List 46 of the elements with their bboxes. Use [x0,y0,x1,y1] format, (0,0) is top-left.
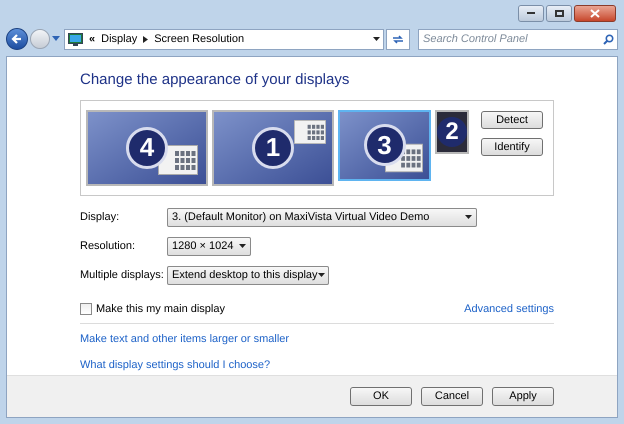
field-label: Resolution: [80,238,136,254]
refresh-button[interactable] [386,28,410,50]
breadcrumb-item[interactable]: Display [101,30,138,48]
back-button[interactable] [6,28,28,50]
push-button[interactable]: Cancel [421,387,483,406]
window-icon [294,118,326,146]
refresh-icon [392,34,404,44]
dropdown-field[interactable]: 3. (Default Monitor) on MaxiVista Virtual Video Demo [167,208,477,226]
dropdown-arrow-icon [465,215,472,219]
monitor-thumbnail[interactable]: 2 [435,110,469,154]
push-button[interactable]: Identify [481,138,543,156]
address-bar[interactable]: « Display Screen Resolution [64,28,384,50]
dropdown-field[interactable]: Extend desktop to this display [167,266,329,284]
display-number: 1 [252,126,294,168]
help-link[interactable]: Make text and other items larger or smaller [80,331,290,348]
display-number: 4 [126,126,168,168]
monitor-thumbnail[interactable]: 4 [86,110,208,186]
minimize-button[interactable] [518,4,544,22]
push-button[interactable]: Apply [492,387,554,406]
monitor-icon [68,32,83,46]
push-button[interactable]: OK [350,387,412,406]
close-icon [590,8,600,18]
display-number: 2 [437,116,467,146]
display-number: 3 [364,124,406,166]
field-label: Display: [80,210,120,225]
field-label: Multiple displays: [80,268,165,283]
checkbox-label[interactable]: Make this my main display [96,300,225,317]
maximize-button[interactable] [546,4,572,22]
dropdown-arrow-icon[interactable] [373,37,380,41]
chevron-icon[interactable] [143,36,148,42]
search-field[interactable]: Search Control Panel [418,28,618,50]
breadcrumb-item[interactable]: Screen Resolution [154,30,244,48]
checkbox[interactable] [80,302,92,315]
dropdown-field[interactable]: 1280 × 1024 [167,236,251,256]
dropdown-arrow-icon [318,273,325,277]
page-heading: Change the appearance of your displays [80,70,350,90]
monitor-thumbnail[interactable]: 1 [212,110,334,186]
back-arrow-icon [11,33,23,45]
push-button[interactable]: Detect [481,110,543,128]
help-link[interactable]: What display settings should I choose? [80,356,270,373]
monitor-thumbnail[interactable]: 3 [338,110,431,180]
dropdown-arrow-icon [239,244,246,248]
close-button[interactable] [574,4,616,22]
advanced-settings-link[interactable]: Advanced settings [464,300,554,317]
search-icon[interactable] [603,34,614,44]
breadcrumb-overflow[interactable]: « [89,30,96,48]
